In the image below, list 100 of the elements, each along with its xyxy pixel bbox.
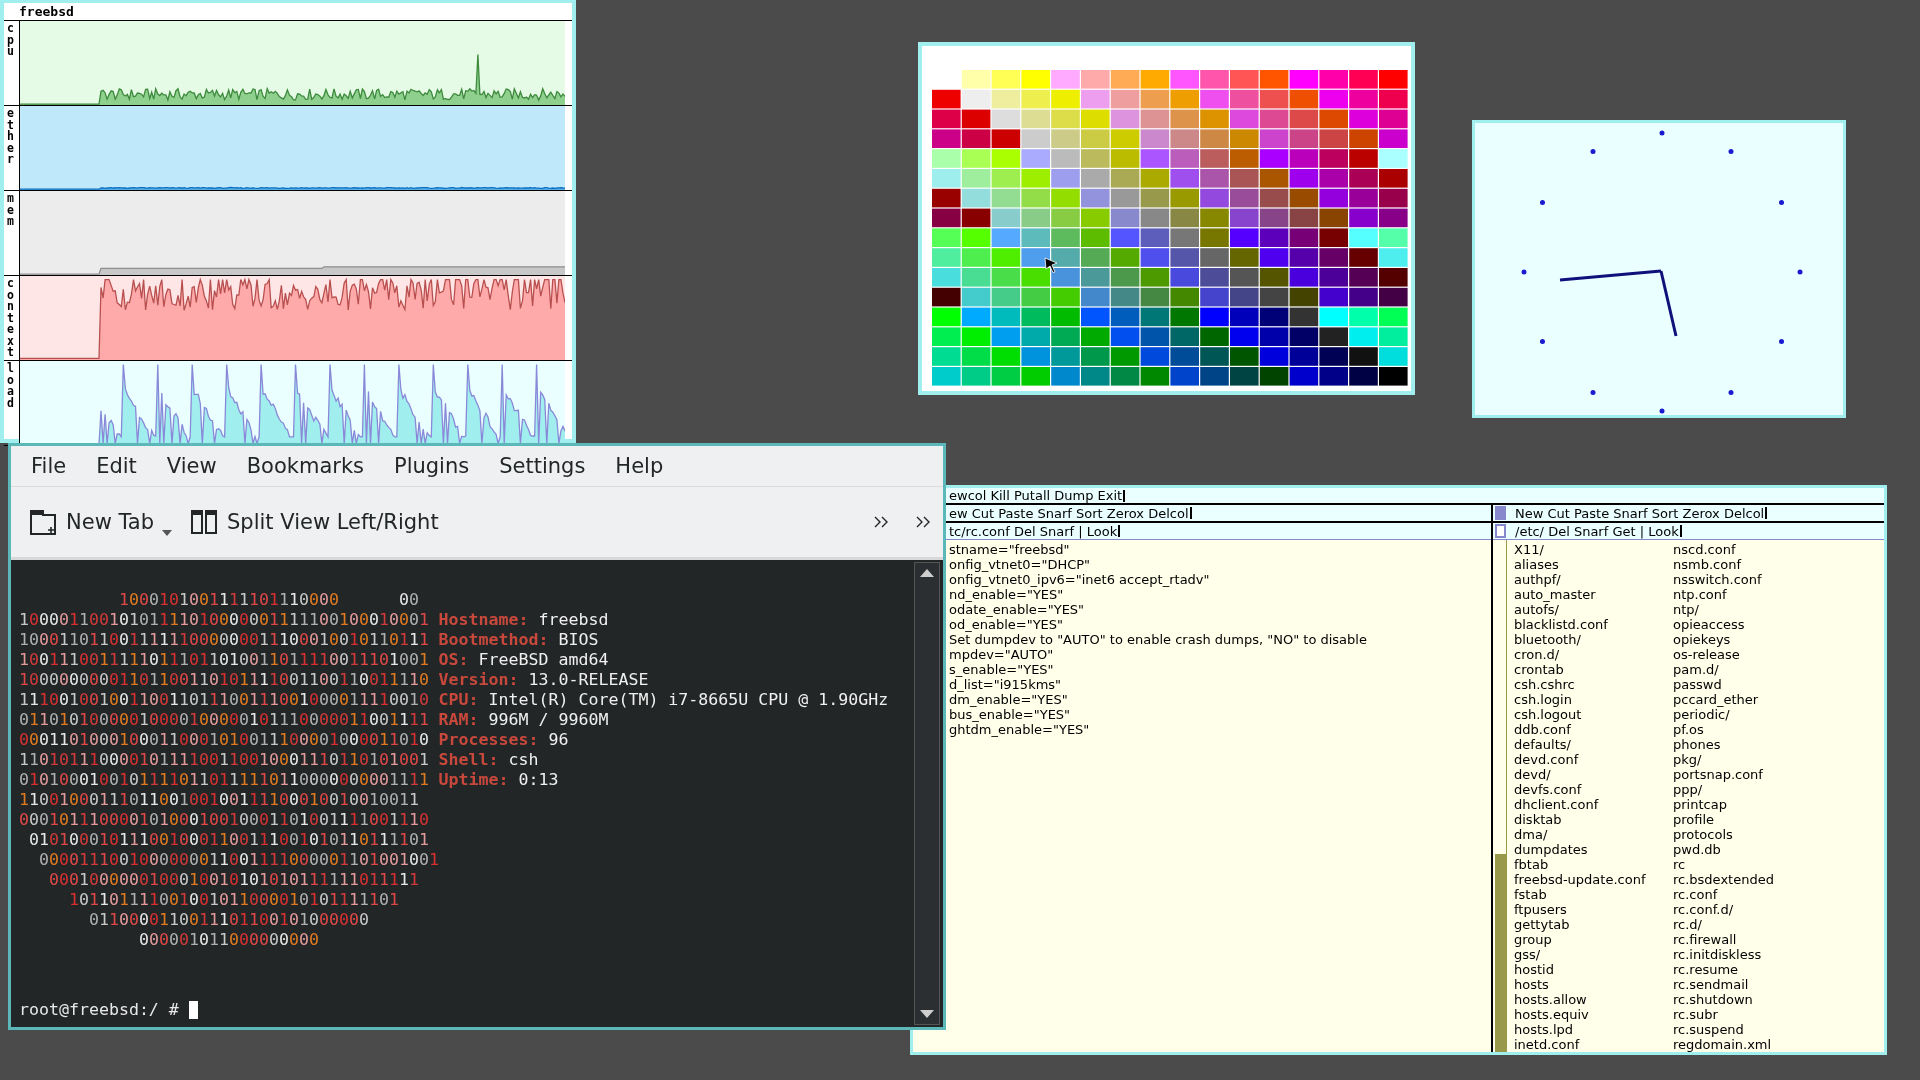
split-view-button[interactable]: Split View Left/Right — [186, 504, 443, 540]
overflow-icon[interactable] — [873, 515, 889, 529]
file-entry[interactable]: pf.os — [1673, 722, 1873, 737]
file-entry[interactable]: rc.firewall — [1673, 932, 1873, 947]
menu-item[interactable]: Plugins — [379, 454, 485, 478]
menu-item[interactable]: Edit — [81, 454, 152, 478]
file-entry[interactable]: bluetooth/ — [1514, 632, 1673, 647]
file-entry[interactable]: opiekeys — [1673, 632, 1873, 647]
file-entry[interactable]: printcap — [1673, 797, 1873, 812]
scrollbar[interactable] — [1495, 540, 1507, 1052]
ascii-art-line: 1000101001111101110000 00 — [118, 590, 420, 610]
file-entry[interactable]: ppp/ — [1673, 782, 1873, 797]
file-entry[interactable]: ddb.conf — [1514, 722, 1673, 737]
text-cursor-icon — [1189, 507, 1192, 519]
ascii-art-line: 10000110010101111010000001111100100010001 — [19, 610, 430, 630]
file-entry[interactable]: crontab — [1514, 662, 1673, 677]
file-entry[interactable]: nsswitch.conf — [1673, 572, 1873, 587]
file-entry[interactable]: dumpdates — [1514, 842, 1673, 857]
file-entry[interactable]: fstab — [1514, 887, 1673, 902]
file-entry[interactable]: defaults/ — [1514, 737, 1673, 752]
file-entry[interactable]: gettytab — [1514, 917, 1673, 932]
code-line: Set dumpdev to "AUTO" to enable crash dumps, "NO" to disable — [949, 632, 1368, 647]
file-entry[interactable]: rc.resume — [1673, 962, 1873, 977]
menu-item[interactable]: File — [16, 454, 82, 478]
menu-item[interactable]: Bookmarks — [231, 454, 379, 478]
overflow-icon[interactable] — [915, 515, 931, 529]
file-entry[interactable]: pam.d/ — [1673, 662, 1873, 677]
file-entry[interactable]: cron.d/ — [1514, 647, 1673, 662]
file-entry[interactable]: rc.sendmail — [1673, 977, 1873, 992]
new-tab-button[interactable]: New Tab — [25, 504, 159, 540]
file-entry[interactable]: os-release — [1673, 647, 1873, 662]
file-entry[interactable]: portsnap.conf — [1673, 767, 1873, 782]
file-entry[interactable]: profile — [1673, 812, 1873, 827]
file-entry[interactable]: ftpusers — [1514, 902, 1673, 917]
file-entry[interactable]: dma/ — [1514, 827, 1673, 842]
file-entry[interactable]: csh.logout — [1514, 707, 1673, 722]
file-entry[interactable]: hosts — [1514, 977, 1673, 992]
system-info-line: CPU: Intel(R) Core(TM) i7-8665U CPU @ 1.90GHz — [438, 690, 889, 710]
file-entry[interactable]: inetd.conf — [1514, 1037, 1673, 1052]
file-entry[interactable]: ntp.conf — [1673, 587, 1873, 602]
text-cursor-icon — [1118, 525, 1121, 537]
scrollbar[interactable] — [914, 562, 940, 1025]
file-entry[interactable]: passwd — [1673, 677, 1873, 692]
file-entry[interactable]: devfs.conf — [1514, 782, 1673, 797]
system-info-line: Version: 13.0-RELEASE — [438, 670, 649, 690]
system-info-line: OS: FreeBSD amd64 — [438, 650, 609, 670]
file-entry[interactable]: csh.login — [1514, 692, 1673, 707]
file-entry[interactable]: protocols — [1673, 827, 1873, 842]
code-line: d_list="i915kms" — [949, 677, 1063, 692]
code-line: onfig_vtnet0_ipv6="inet6 accept_rtadv" — [949, 572, 1211, 587]
ascii-art-line: 000001011000000000 — [138, 930, 320, 950]
file-entry[interactable]: rc.shutdown — [1673, 992, 1873, 1007]
file-entry[interactable]: phones — [1673, 737, 1873, 752]
file-entry[interactable]: rc.subr — [1673, 1007, 1873, 1022]
file-entry[interactable]: gss/ — [1514, 947, 1673, 962]
menu-item[interactable]: Help — [600, 454, 679, 478]
file-entry[interactable]: rc.bsdextended — [1673, 872, 1873, 887]
file-entry[interactable]: rc — [1673, 857, 1873, 872]
ascii-art-line: 0001000000100010010101010111111011111 — [48, 870, 420, 890]
file-entry[interactable]: hosts.allow — [1514, 992, 1673, 1007]
file-entry[interactable]: hosts.lpd — [1514, 1022, 1673, 1037]
menu-item[interactable]: View — [151, 454, 232, 478]
ascii-art-line: 11100100100110011011100111001000011110010 — [19, 690, 430, 710]
file-entry[interactable]: X11/ — [1514, 542, 1673, 557]
file-entry[interactable]: aliases — [1514, 557, 1673, 572]
file-entry[interactable]: blacklistd.conf — [1514, 617, 1673, 632]
system-info-line: Processes: 96 — [438, 730, 569, 750]
menu-item[interactable]: Settings — [484, 454, 601, 478]
ascii-art-line: 01101010000010000100000101110000011001111 — [19, 710, 430, 730]
scroll-thumb[interactable] — [1495, 854, 1506, 1052]
file-entry[interactable]: disktab — [1514, 812, 1673, 827]
file-entry[interactable]: hosts.equiv — [1514, 1007, 1673, 1022]
file-entry[interactable]: rc.suspend — [1673, 1022, 1873, 1037]
file-entry[interactable]: opieaccess — [1673, 617, 1873, 632]
file-entry[interactable]: regdomain.xml — [1673, 1037, 1873, 1052]
file-entry[interactable]: csh.cshrc — [1514, 677, 1673, 692]
file-entry[interactable]: freebsd-update.conf — [1514, 872, 1673, 887]
dropdown-caret-icon[interactable] — [162, 530, 173, 536]
file-entry[interactable]: pccard_ether — [1673, 692, 1873, 707]
file-entry[interactable]: dhclient.conf — [1514, 797, 1673, 812]
file-entry[interactable]: autofs/ — [1514, 602, 1673, 617]
file-entry[interactable]: hostid — [1514, 962, 1673, 977]
file-entry[interactable]: pkg/ — [1673, 752, 1873, 767]
file-entry[interactable]: devd/ — [1514, 767, 1673, 782]
column-handle-icon[interactable] — [1495, 506, 1506, 520]
window-handle-icon[interactable] — [1495, 524, 1506, 538]
file-entry[interactable]: auto_master — [1514, 587, 1673, 602]
file-entry[interactable]: rc.conf.d/ — [1673, 902, 1873, 917]
file-entry[interactable]: rc.conf — [1673, 887, 1873, 902]
file-entry[interactable]: rc.d/ — [1673, 917, 1873, 932]
file-entry[interactable]: periodic/ — [1673, 707, 1873, 722]
file-entry[interactable]: fbtab — [1514, 857, 1673, 872]
file-entry[interactable]: nsmb.conf — [1673, 557, 1873, 572]
file-entry[interactable]: ntp/ — [1673, 602, 1873, 617]
file-entry[interactable]: group — [1514, 932, 1673, 947]
file-entry[interactable]: devd.conf — [1514, 752, 1673, 767]
file-entry[interactable]: rc.initdiskless — [1673, 947, 1873, 962]
file-entry[interactable]: authpf/ — [1514, 572, 1673, 587]
file-entry[interactable]: pwd.db — [1673, 842, 1873, 857]
file-entry[interactable]: nscd.conf — [1673, 542, 1873, 557]
